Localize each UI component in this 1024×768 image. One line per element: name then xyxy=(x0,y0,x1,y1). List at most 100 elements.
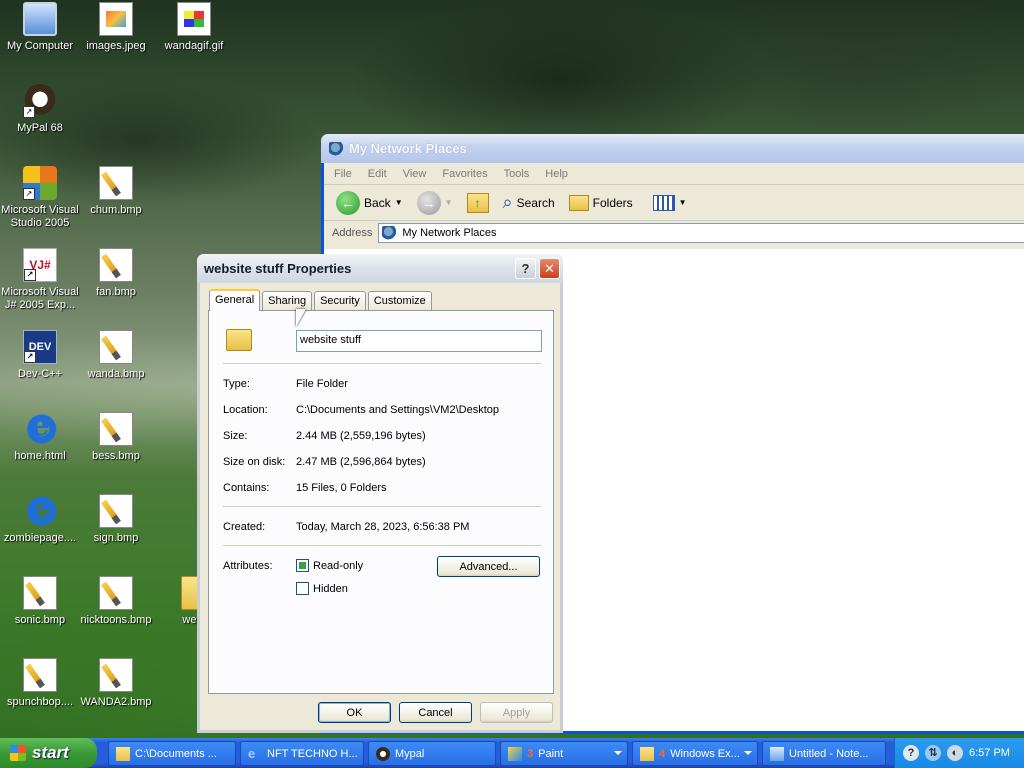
menu-file[interactable]: File xyxy=(334,168,352,180)
desktop-icon-images-jpeg[interactable]: images.jpeg xyxy=(76,2,156,53)
desktop-icon-label: sign.bmp xyxy=(93,532,139,544)
tab-general[interactable]: General xyxy=(209,289,261,311)
folders-icon xyxy=(568,194,589,211)
explorer-toolbar: ← Back ▼ → ▼ ↑ ⌕ Search Folders ▼ xyxy=(324,185,1024,221)
desktop-icon-devcpp[interactable]: DEV Dev-C++ xyxy=(0,330,80,381)
location-value: C:\Documents and Settings\VM2\Desktop xyxy=(296,404,499,416)
desktop-icon-label: images.jpeg xyxy=(86,40,146,52)
network-places-icon xyxy=(329,141,345,156)
ok-button[interactable]: OK xyxy=(318,702,391,723)
up-folder-button[interactable]: ↑ xyxy=(463,191,493,215)
desktop-icon-visual-jsharp[interactable]: VJ# Microsoft Visual J# 2005 Exp... xyxy=(0,248,80,312)
desktop-icon-label: wandagif.gif xyxy=(164,40,224,52)
menu-view[interactable]: View xyxy=(403,168,427,180)
dialog-titlebar[interactable]: website stuff Properties ? ✕ xyxy=(197,254,563,283)
desktop-icon-chum-bmp[interactable]: chum.bmp xyxy=(76,166,156,217)
taskbar: start C:\Documents ... e NFT TECHNO H...… xyxy=(0,738,1024,768)
help-tray-icon[interactable]: ? xyxy=(903,745,919,761)
address-value: My Network Places xyxy=(402,227,497,239)
tab-sharing[interactable]: Sharing xyxy=(262,291,313,310)
task-label: Mypal xyxy=(395,747,425,760)
desktop-icon-bess-bmp[interactable]: bess.bmp xyxy=(76,412,156,463)
close-button[interactable]: ✕ xyxy=(539,258,560,279)
task-label: Untitled - Note... xyxy=(789,747,869,760)
hidden-check-box[interactable] xyxy=(296,582,309,595)
cancel-button[interactable]: Cancel xyxy=(399,702,472,723)
desktop-icon-wandagif[interactable]: wandagif.gif xyxy=(154,2,234,53)
desktop-icon-spunchbop[interactable]: spunchbop.... xyxy=(0,658,80,709)
readonly-check-mixed-icon[interactable] xyxy=(296,559,309,572)
views-button[interactable]: ▼ xyxy=(649,193,691,213)
volume-tray-icon[interactable]: ◐ xyxy=(947,745,963,761)
desktop-icon-home-html[interactable]: home.html xyxy=(0,408,80,463)
created-label: Created: xyxy=(223,521,266,533)
apply-button[interactable]: Apply xyxy=(480,702,553,723)
bitmap-icon xyxy=(99,658,133,692)
forward-button[interactable]: → ▼ xyxy=(413,189,457,217)
divider xyxy=(223,545,541,546)
menu-tools[interactable]: Tools xyxy=(504,168,530,180)
menu-edit[interactable]: Edit xyxy=(368,168,387,180)
chevron-down-icon[interactable]: ▼ xyxy=(445,198,453,207)
back-arrow-icon: ← xyxy=(336,190,360,215)
desktop-icon-wanda-bmp[interactable]: wanda.bmp xyxy=(76,330,156,381)
bitmap-icon xyxy=(99,166,133,200)
folders-button[interactable]: Folders xyxy=(565,193,637,213)
menu-help[interactable]: Help xyxy=(545,168,568,180)
close-icon: ✕ xyxy=(544,260,555,276)
start-button[interactable]: start xyxy=(0,738,97,768)
hidden-checkbox[interactable]: Hidden xyxy=(296,582,348,595)
desktop-icon-sign-bmp[interactable]: sign.bmp xyxy=(76,494,156,545)
network-tray-icon[interactable]: ⇅ xyxy=(925,745,941,761)
bitmap-icon xyxy=(99,248,133,282)
vj-glyph: VJ# xyxy=(29,258,51,272)
advanced-button[interactable]: Advanced... xyxy=(437,556,540,577)
desktop-icon-label: chum.bmp xyxy=(90,204,142,216)
taskbar-item-nft-techno[interactable]: e NFT TECHNO H... xyxy=(240,741,364,766)
task-label: NFT TECHNO H... xyxy=(267,747,358,760)
desktop-icon-sonic-bmp[interactable]: sonic.bmp xyxy=(0,576,80,627)
network-places-icon xyxy=(382,226,399,240)
tab-security[interactable]: Security xyxy=(314,291,366,310)
clock[interactable]: 6:57 PM xyxy=(969,747,1010,759)
desktop-icon-wanda2-bmp[interactable]: WANDA2.bmp xyxy=(76,658,156,709)
bitmap-icon xyxy=(23,658,57,692)
desktop-icon-label: WANDA2.bmp xyxy=(80,696,152,708)
up-folder-icon: ↑ xyxy=(466,192,489,213)
task-count: 3 xyxy=(527,747,534,760)
size-on-disk-value: 2.47 MB (2,596,864 bytes) xyxy=(296,456,426,468)
computer-icon xyxy=(23,2,57,36)
desktop-icon-zombiepage[interactable]: zombiepage.... xyxy=(0,490,80,545)
tab-customize[interactable]: Customize xyxy=(367,291,432,310)
help-button[interactable]: ? xyxy=(515,258,536,279)
taskbar-item-mypal[interactable]: Mypal xyxy=(368,741,496,766)
jpeg-image-icon xyxy=(99,2,133,36)
forward-arrow-icon: → xyxy=(416,190,441,215)
taskbar-group-windows-explorer[interactable]: 4 Windows Ex... xyxy=(632,741,758,766)
properties-dialog[interactable]: website stuff Properties ? ✕ General Sha… xyxy=(197,254,563,733)
address-input[interactable]: My Network Places xyxy=(378,223,1024,243)
taskbar-group-paint[interactable]: 3 Paint xyxy=(500,741,628,766)
explorer-title: My Network Places xyxy=(349,141,467,156)
chevron-down-icon[interactable]: ▼ xyxy=(395,198,403,207)
desktop-icon-visual-studio[interactable]: Microsoft Visual Studio 2005 xyxy=(0,166,80,230)
menu-favorites[interactable]: Favorites xyxy=(442,168,487,180)
divider xyxy=(223,363,541,364)
desktop-icon-mypal[interactable]: MyPal 68 xyxy=(0,84,80,135)
dialog-title: website stuff Properties xyxy=(204,261,352,276)
desktop-icon-my-computer[interactable]: My Computer xyxy=(0,2,80,53)
readonly-checkbox[interactable]: Read-only xyxy=(296,559,363,572)
help-icon: ? xyxy=(521,261,530,276)
desktop-icon-fan-bmp[interactable]: fan.bmp xyxy=(76,248,156,299)
taskbar-item-documents[interactable]: C:\Documents ... xyxy=(108,741,236,766)
bitmap-icon xyxy=(99,412,133,446)
search-button[interactable]: ⌕ Search xyxy=(499,190,559,215)
size-value: 2.44 MB (2,559,196 bytes) xyxy=(296,430,426,442)
size-label: Size: xyxy=(223,430,248,442)
task-label: C:\Documents ... xyxy=(135,747,217,760)
taskbar-item-notepad[interactable]: Untitled - Note... xyxy=(762,741,886,766)
back-button[interactable]: ← Back ▼ xyxy=(332,189,407,217)
desktop-icon-nicktoons-bmp[interactable]: nicktoons.bmp xyxy=(76,576,156,627)
folder-name-input[interactable]: website stuff xyxy=(296,330,542,352)
explorer-titlebar[interactable]: My Network Places xyxy=(321,134,1024,163)
